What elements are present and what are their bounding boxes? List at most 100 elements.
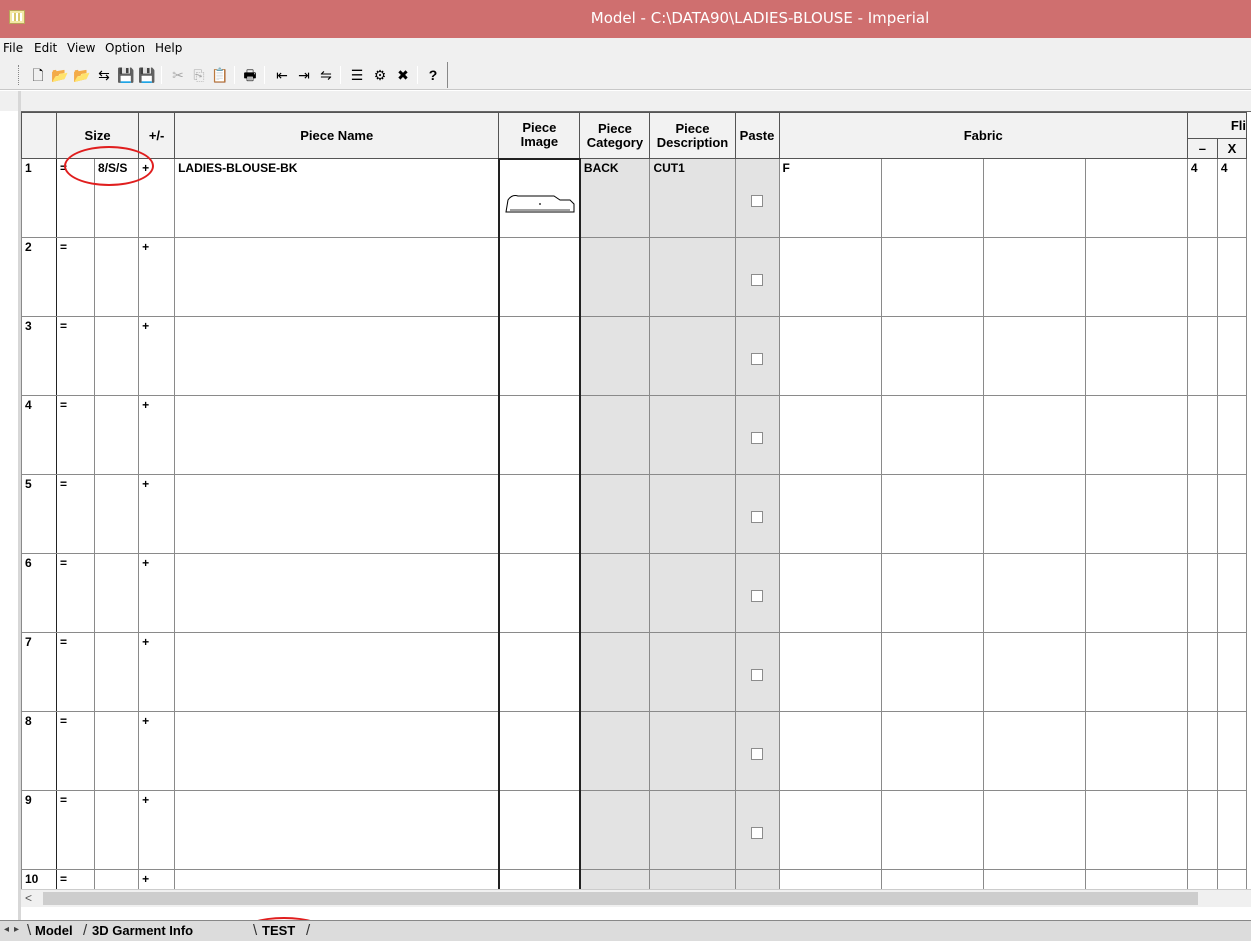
- cell-piece-category[interactable]: [579, 395, 651, 475]
- cell-fabric-2[interactable]: [880, 474, 984, 554]
- cell-piece-category[interactable]: [579, 553, 651, 633]
- cell-piece-description[interactable]: [649, 553, 736, 633]
- table-row[interactable]: 7 = +: [21, 632, 1248, 712]
- table-row[interactable]: 4 = +: [21, 395, 1248, 475]
- insert-row-icon[interactable]: ⇤: [272, 65, 292, 85]
- cell-flip-x[interactable]: [1216, 711, 1248, 791]
- cell-piece-image[interactable]: [497, 632, 581, 712]
- help-icon[interactable]: ?: [423, 65, 443, 85]
- header-flip-x[interactable]: X: [1216, 138, 1248, 159]
- paste-checkbox[interactable]: [751, 431, 764, 444]
- cell-fabric[interactable]: [778, 237, 882, 317]
- cell-fabric-4[interactable]: [1084, 711, 1188, 791]
- cell-paste[interactable]: [734, 711, 780, 791]
- cell-fabric-2[interactable]: [880, 790, 984, 870]
- cell-piece-category[interactable]: [579, 316, 651, 396]
- cell-eq[interactable]: =: [56, 395, 96, 475]
- cell-size[interactable]: [94, 395, 140, 475]
- cell-fabric-3[interactable]: [982, 395, 1086, 475]
- table-row[interactable]: 2 = +: [21, 237, 1248, 317]
- cell-piece-name[interactable]: [174, 395, 500, 475]
- cell-fabric[interactable]: [778, 711, 882, 791]
- menu-option[interactable]: Option: [105, 41, 145, 55]
- header-paste[interactable]: Paste: [734, 112, 780, 159]
- cell-eq[interactable]: =: [56, 553, 96, 633]
- header-flip-minus[interactable]: –: [1186, 138, 1218, 159]
- cell-eq[interactable]: =: [56, 474, 96, 554]
- cell-piece-name[interactable]: LADIES-BLOUSE-BK: [174, 158, 500, 238]
- cell-flip-minus[interactable]: 4: [1186, 158, 1218, 238]
- paste-checkbox[interactable]: [751, 510, 764, 523]
- cell-piece-image[interactable]: [497, 711, 581, 791]
- cell-fabric-4[interactable]: [1084, 316, 1188, 396]
- tab-prev-icon[interactable]: ◂: [4, 924, 9, 935]
- cell-piece-image[interactable]: [497, 869, 581, 889]
- cell-piece-name[interactable]: [174, 237, 500, 317]
- cell-plus[interactable]: +: [138, 316, 176, 396]
- cell-flip-minus[interactable]: [1186, 711, 1218, 791]
- cell-piece-image[interactable]: [497, 790, 581, 870]
- cell-plus[interactable]: +: [138, 474, 176, 554]
- horizontal-scrollbar[interactable]: <: [21, 889, 1251, 907]
- cell-fabric[interactable]: [778, 395, 882, 475]
- cell-piece-name[interactable]: [174, 632, 500, 712]
- cell-paste[interactable]: [734, 395, 780, 475]
- row-number[interactable]: 4: [21, 395, 58, 475]
- sort-icon[interactable]: ☰: [347, 65, 367, 85]
- scrollbar-thumb[interactable]: [43, 892, 1198, 905]
- cell-piece-name[interactable]: [174, 553, 500, 633]
- cell-fabric[interactable]: [778, 553, 882, 633]
- menu-file[interactable]: File: [3, 41, 23, 55]
- cell-fabric-2[interactable]: [880, 869, 984, 889]
- cell-fabric-3[interactable]: [982, 553, 1086, 633]
- cell-fabric-3[interactable]: [982, 158, 1086, 238]
- cell-flip-x[interactable]: 4: [1216, 158, 1248, 238]
- cell-fabric-3[interactable]: [982, 474, 1086, 554]
- row-header-corner[interactable]: [21, 112, 58, 159]
- paste-checkbox[interactable]: [751, 668, 764, 681]
- cell-eq[interactable]: =: [56, 869, 96, 889]
- cell-piece-image[interactable]: [497, 237, 581, 317]
- header-piece-description[interactable]: Piece Description: [649, 112, 736, 159]
- cell-size[interactable]: [94, 553, 140, 633]
- row-number[interactable]: 9: [21, 790, 58, 870]
- cell-plus[interactable]: +: [138, 553, 176, 633]
- cell-flip-x[interactable]: [1216, 395, 1248, 475]
- header-plusminus[interactable]: +/-: [138, 112, 176, 159]
- cell-piece-description[interactable]: [649, 237, 736, 317]
- cell-plus[interactable]: +: [138, 711, 176, 791]
- cell-piece-description[interactable]: [649, 474, 736, 554]
- cell-piece-name[interactable]: [174, 790, 500, 870]
- cell-size[interactable]: [94, 790, 140, 870]
- cell-eq[interactable]: =: [56, 711, 96, 791]
- cell-fabric-4[interactable]: [1084, 395, 1188, 475]
- header-flip[interactable]: Fli: [1186, 112, 1248, 139]
- cell-piece-name[interactable]: [174, 474, 500, 554]
- cell-paste[interactable]: [734, 158, 780, 238]
- cell-fabric-2[interactable]: [880, 316, 984, 396]
- header-piece-name[interactable]: Piece Name: [174, 112, 500, 159]
- paste-checkbox[interactable]: [751, 826, 764, 839]
- cell-paste[interactable]: [734, 316, 780, 396]
- table-row[interactable]: 10 = +: [21, 869, 1248, 889]
- cell-piece-category[interactable]: [579, 474, 651, 554]
- row-number[interactable]: 5: [21, 474, 58, 554]
- cell-flip-minus[interactable]: [1186, 869, 1218, 889]
- menu-edit[interactable]: Edit: [34, 41, 57, 55]
- cell-flip-x[interactable]: [1216, 869, 1248, 889]
- append-row-icon[interactable]: ⇥: [294, 65, 314, 85]
- cell-plus[interactable]: +: [138, 632, 176, 712]
- print-icon[interactable]: 🖶: [240, 65, 260, 85]
- cell-piece-name[interactable]: [174, 869, 500, 889]
- cell-fabric-4[interactable]: [1084, 237, 1188, 317]
- row-number[interactable]: 6: [21, 553, 58, 633]
- cell-piece-name[interactable]: [174, 316, 500, 396]
- cell-flip-minus[interactable]: [1186, 395, 1218, 475]
- save-all-icon[interactable]: 💾: [137, 65, 157, 85]
- tab-3d-garment-info[interactable]: 3D Garment Info: [92, 923, 193, 938]
- cell-flip-x[interactable]: [1216, 553, 1248, 633]
- paste-checkbox[interactable]: [751, 747, 764, 760]
- cell-eq[interactable]: =: [56, 632, 96, 712]
- open-icon[interactable]: 📂: [50, 65, 70, 85]
- cell-size[interactable]: [94, 711, 140, 791]
